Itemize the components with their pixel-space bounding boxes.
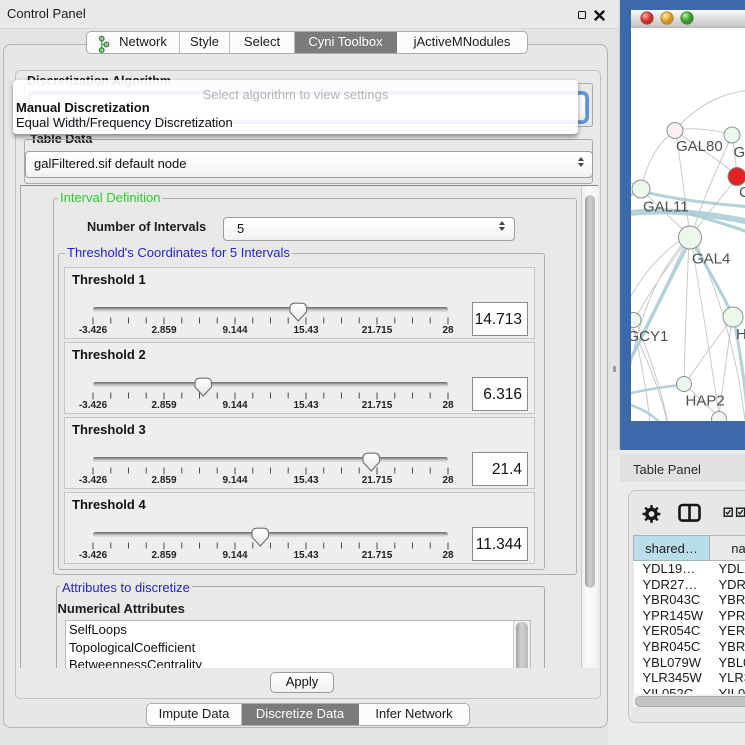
svg-text:GAL4: GAL4 (692, 251, 730, 268)
svg-text:CDC2: CDC2 (739, 184, 745, 201)
svg-text:GAL11: GAL11 (643, 199, 689, 216)
svg-text:GCY1: GCY1 (631, 328, 668, 345)
svg-text:HXT: HXT (736, 326, 745, 343)
svg-text:GAL3: GAL3 (734, 144, 745, 161)
svg-text:HAP2: HAP2 (686, 393, 725, 410)
svg-text:GAL80: GAL80 (676, 138, 723, 155)
